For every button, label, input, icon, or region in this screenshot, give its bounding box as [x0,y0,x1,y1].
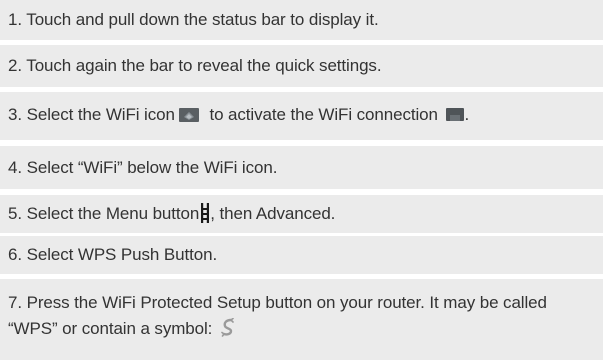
step-2: 2. Touch again the bar to reveal the qui… [0,45,603,87]
step-3-text-middle: to activate the WiFi connection [204,105,443,124]
step-5-text-before: 5. Select the Menu button [8,204,200,223]
step-5: 5. Select the Menu button , then Advance… [0,195,603,233]
step-3: 3. Select the WiFi icon to activate the … [0,92,603,140]
instruction-steps: 1. Touch and pull down the status bar to… [0,0,603,360]
step-7: 7. Press the WiFi Protected Setup button… [0,279,603,360]
wifi-connection-icon [446,108,465,122]
step-7-text: 7. Press the WiFi Protected Setup button… [8,293,547,338]
step-6-text: 6. Select WPS Push Button. [8,245,218,264]
step-4-text: 4. Select “WiFi” below the WiFi icon. [8,158,278,177]
step-5-text-after: , then Advanced. [210,204,336,223]
step-3-text-before: 3. Select the WiFi icon [8,105,175,124]
step-3-text-after: . [464,105,470,124]
step-2-text: 2. Touch again the bar to reveal the qui… [8,56,382,75]
step-1-text: 1. Touch and pull down the status bar to… [8,10,379,29]
step-6: 6. Select WPS Push Button. [0,236,603,274]
wps-icon [221,317,235,338]
step-4: 4. Select “WiFi” below the WiFi icon. [0,146,603,189]
menu-icon [200,202,210,224]
wifi-icon [178,107,199,122]
step-1: 1. Touch and pull down the status bar to… [0,0,603,40]
